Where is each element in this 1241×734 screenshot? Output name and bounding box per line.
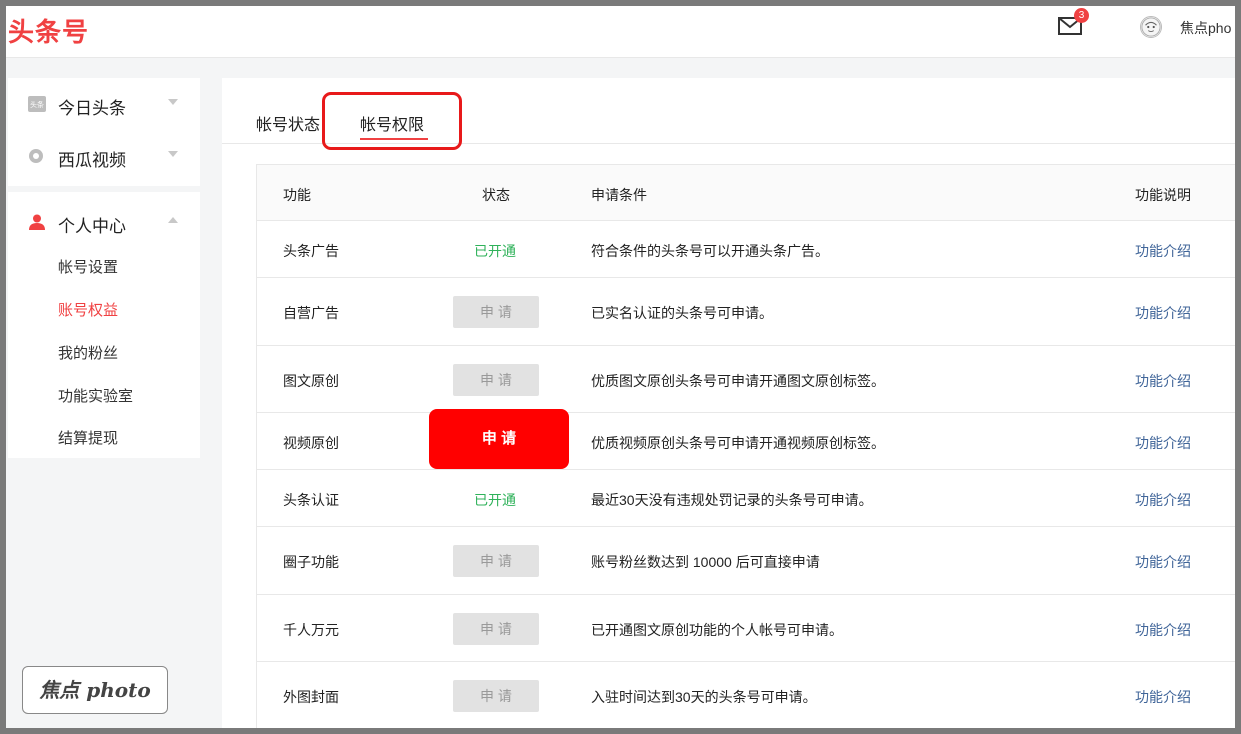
feature-name: 自营广告 [283, 303, 339, 323]
main-panel: 帐号状态 帐号权限 功能 状态 申请条件 功能说明 头条广告 已开通 符合条件的… [222, 78, 1235, 728]
sidebar-item-feature-lab[interactable]: 功能实验室 [58, 385, 133, 406]
apply-button-highlighted[interactable]: 申 请 [429, 409, 569, 469]
feature-intro-link[interactable]: 功能介绍 [1135, 303, 1191, 323]
apply-button[interactable]: 申 请 [453, 296, 539, 328]
watermark-stamp: 焦点 photo [22, 666, 168, 714]
condition-text: 优质视频原创头条号可申请开通视频原创标签。 [591, 433, 885, 453]
xigua-icon [28, 148, 46, 164]
app-frame: 头条号 3 焦点pho 头条 今日头条 [6, 6, 1235, 728]
feature-intro-link[interactable]: 功能介绍 [1135, 490, 1191, 510]
feature-intro-link[interactable]: 功能介绍 [1135, 552, 1191, 572]
table-row: 图文原创 申 请 优质图文原创头条号可申请开通图文原创标签。 功能介绍 [257, 346, 1235, 413]
condition-text: 优质图文原创头条号可申请开通图文原创标签。 [591, 371, 885, 391]
tab-account-status[interactable]: 帐号状态 [256, 111, 320, 135]
table-row: 自营广告 申 请 已实名认证的头条号可申请。 功能介绍 [257, 278, 1235, 346]
sidebar-group-label: 个人中心 [58, 212, 126, 237]
feature-name: 视频原创 [283, 433, 339, 453]
status-enabled: 已开通 [474, 490, 516, 510]
annotation-highlight-box [322, 92, 462, 150]
header-feature: 功能 [283, 185, 311, 205]
feature-intro-link[interactable]: 功能介绍 [1135, 241, 1191, 261]
table-row: 头条认证 已开通 最近30天没有违规处罚记录的头条号可申请。 功能介绍 [257, 470, 1235, 527]
table-row: 外图封面 申 请 入驻时间达到30天的头条号可申请。 功能介绍 [257, 662, 1235, 728]
sidebar-group-xigua[interactable]: 西瓜视频 [8, 136, 200, 176]
apply-button[interactable]: 申 请 [453, 613, 539, 645]
toutiaohao-logo[interactable]: 头条号 [8, 12, 89, 49]
table-row: 视频原创 申 请 优质视频原创头条号可申请开通视频原创标签。 功能介绍 [257, 413, 1235, 470]
apply-button[interactable]: 申 请 [453, 680, 539, 712]
feature-name: 头条认证 [283, 490, 339, 510]
condition-text: 已开通图文原创功能的个人帐号可申请。 [591, 620, 843, 640]
condition-text: 已实名认证的头条号可申请。 [591, 303, 773, 323]
mail-badge: 3 [1074, 8, 1089, 23]
chevron-up-icon [168, 217, 178, 223]
condition-text: 符合条件的头条号可以开通头条广告。 [591, 241, 829, 261]
condition-text: 入驻时间达到30天的头条号可申请。 [591, 687, 817, 707]
permissions-table: 功能 状态 申请条件 功能说明 头条广告 已开通 符合条件的头条号可以开通头条广… [256, 164, 1235, 728]
user-icon [28, 214, 46, 230]
feature-name: 圈子功能 [283, 552, 339, 572]
avatar[interactable] [1140, 16, 1162, 38]
condition-text: 最近30天没有违规处罚记录的头条号可申请。 [591, 490, 873, 510]
header-status: 状态 [482, 185, 510, 205]
feature-intro-link[interactable]: 功能介绍 [1135, 371, 1191, 391]
sidebar-personal-center: 个人中心 帐号设置 账号权益 我的粉丝 功能实验室 结算提现 [8, 192, 200, 458]
feature-intro-link[interactable]: 功能介绍 [1135, 620, 1191, 640]
feature-name: 千人万元 [283, 620, 339, 640]
header-description: 功能说明 [1135, 185, 1191, 205]
top-header: 头条号 3 焦点pho [6, 6, 1235, 58]
table-header: 功能 状态 申请条件 功能说明 [257, 165, 1235, 221]
feature-name: 外图封面 [283, 687, 339, 707]
table-row: 圈子功能 申 请 账号粉丝数达到 10000 后可直接申请 功能介绍 [257, 527, 1235, 595]
sidebar-item-account-settings[interactable]: 帐号设置 [58, 256, 118, 277]
chevron-down-icon [168, 99, 178, 105]
condition-text: 账号粉丝数达到 10000 后可直接申请 [591, 552, 820, 572]
chevron-down-icon [168, 151, 178, 157]
apply-button[interactable]: 申 请 [453, 364, 539, 396]
sidebar-group-label: 今日头条 [58, 94, 126, 119]
sidebar-item-settlement[interactable]: 结算提现 [58, 427, 118, 448]
sidebar-group-label: 西瓜视频 [58, 146, 126, 171]
sidebar-group-personal[interactable]: 个人中心 [8, 202, 200, 242]
feature-name: 图文原创 [283, 371, 339, 391]
feature-intro-link[interactable]: 功能介绍 [1135, 433, 1191, 453]
header-condition: 申请条件 [591, 185, 647, 205]
table-row: 头条广告 已开通 符合条件的头条号可以开通头条广告。 功能介绍 [257, 221, 1235, 278]
table-row: 千人万元 申 请 已开通图文原创功能的个人帐号可申请。 功能介绍 [257, 595, 1235, 662]
feature-intro-link[interactable]: 功能介绍 [1135, 687, 1191, 707]
sidebar-group-toutiao[interactable]: 头条 今日头条 [8, 84, 200, 124]
status-enabled: 已开通 [474, 241, 516, 261]
tab-bar: 帐号状态 帐号权限 [222, 78, 1235, 144]
apply-button[interactable]: 申 请 [453, 545, 539, 577]
username[interactable]: 焦点pho [1180, 18, 1231, 38]
feature-name: 头条广告 [283, 241, 339, 261]
sidebar-item-account-benefits[interactable]: 账号权益 [58, 299, 118, 320]
sidebar-platforms: 头条 今日头条 西瓜视频 [8, 78, 200, 186]
svg-text:头条: 头条 [30, 100, 44, 109]
sidebar-item-my-fans[interactable]: 我的粉丝 [58, 342, 118, 363]
toutiao-logo-icon: 头条 [28, 96, 46, 112]
